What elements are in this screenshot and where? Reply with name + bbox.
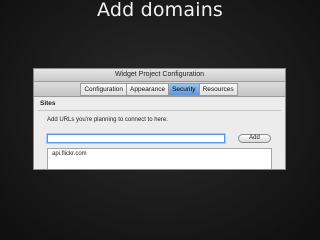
window-title: Widget Project Configuration — [34, 69, 285, 82]
domain-list[interactable]: api.flickr.com — [47, 148, 272, 169]
sites-hint: Add URLs you're planning to connect to h… — [47, 117, 168, 123]
sites-divider — [38, 110, 281, 111]
tab-appearance[interactable]: Appearance — [126, 82, 170, 96]
sites-header: Sites — [40, 100, 56, 107]
add-button[interactable]: Add — [238, 134, 271, 143]
tab-security[interactable]: Security — [168, 82, 200, 96]
list-item[interactable]: api.flickr.com — [48, 149, 271, 159]
url-input[interactable] — [47, 134, 225, 143]
config-window: Widget Project Configuration Configurati… — [33, 68, 286, 170]
tab-configuration[interactable]: Configuration — [80, 82, 128, 96]
tab-resources[interactable]: Resources — [198, 82, 238, 96]
tab-bar: Configuration Appearance Security Resour… — [34, 82, 285, 97]
slide-title: Add domains — [96, 0, 224, 21]
